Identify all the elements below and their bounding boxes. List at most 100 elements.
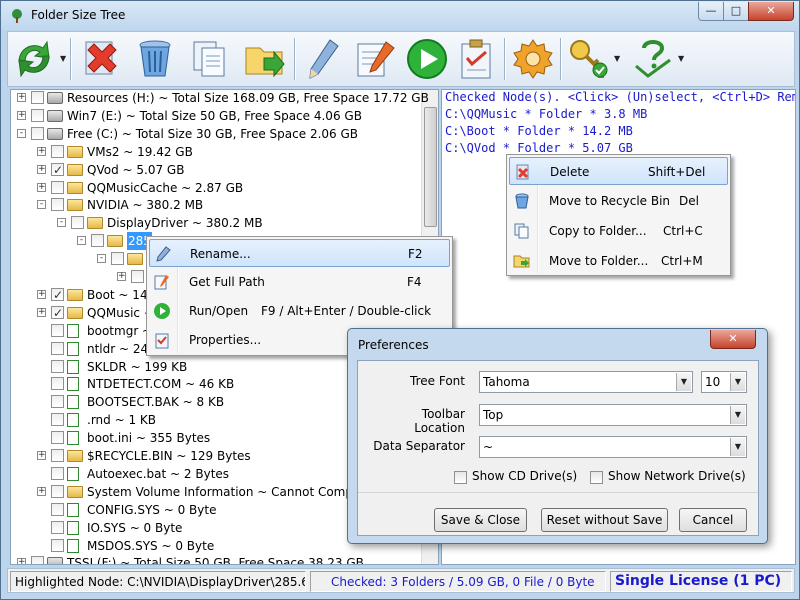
show-cd-drives-checkbox[interactable] [454,471,467,484]
tree-node-label[interactable]: DisplayDriver ~ 380.2 MB [107,214,263,232]
tree-node-label[interactable]: CONFIG.SYS ~ 0 Byte [87,501,216,519]
tree-node-checkbox[interactable] [51,538,64,552]
tree-node-label[interactable]: .rnd ~ 1 KB [87,411,156,429]
tree-node-checkbox[interactable] [51,377,64,391]
data-separator-select[interactable]: ~ ▼ [479,436,747,458]
expand-icon[interactable]: + [17,558,26,564]
tree-node-label[interactable]: $RECYCLE.BIN ~ 129 Bytes [87,447,251,465]
run-open-button[interactable] [404,36,450,82]
preferences-button[interactable] [510,36,556,82]
title-bar[interactable]: Folder Size Tree — □ ✕ [1,1,799,31]
tree-node-label[interactable]: Free (C:) ~ Total Size 30 GB, Free Space… [67,125,358,143]
tree-node-checkbox[interactable] [111,252,124,266]
properties-button[interactable] [454,36,500,82]
license-dropdown-arrow[interactable]: ▼ [614,54,620,63]
tree-node-checkbox[interactable] [51,323,64,337]
tree-node-label[interactable]: BOOTSECT.BAK ~ 8 KB [87,393,224,411]
help-dropdown-arrow[interactable]: ▼ [678,54,684,63]
license-button[interactable] [566,36,612,82]
tree-node-label[interactable]: boot.ini ~ 355 Bytes [87,429,210,447]
tree-node-checkbox[interactable] [51,466,64,480]
tree-node-checkbox[interactable] [31,108,44,122]
tree-node[interactable]: - DisplayDriver ~ 380.2 MB [11,214,421,232]
tree-node-label[interactable]: bootmgr ~ [87,322,152,340]
tree-node-checkbox[interactable] [51,484,64,498]
menu-item-move-to-folder[interactable]: Move to Folder... Ctrl+M [509,247,728,275]
menu-item-delete[interactable]: Delete Shift+Del [509,157,728,185]
tree-node[interactable]: + QVod ~ 5.07 GB [11,161,421,179]
tree-node-label[interactable]: SKLDR ~ 199 KB [87,358,187,376]
checked-item[interactable]: C:\QQMusic * Folder * 3.8 MB [445,107,647,121]
rename-button[interactable] [300,36,346,82]
tree-node-label[interactable]: System Volume Information ~ Cannot Compu… [87,483,365,501]
tree-node-label[interactable]: QVod ~ 5.07 GB [87,161,184,179]
tree-node-checkbox[interactable] [51,198,64,212]
menu-item-move-to-recycle-bin[interactable]: Move to Recycle Bin Del [509,187,728,215]
help-button[interactable] [630,36,676,82]
copy-to-folder-button[interactable] [188,36,234,82]
tree-node-label[interactable]: Autoexec.bat ~ 2 Bytes [87,465,229,483]
tree-node-label[interactable]: TSSI (F:) ~ Total Size 50 GB, Free Space… [67,554,364,564]
tree-node-checkbox[interactable] [71,216,84,230]
tree-node-checkbox[interactable] [31,556,44,564]
collapse-icon[interactable]: - [77,236,86,246]
tree-font-select[interactable]: Tahoma ▼ [479,371,693,393]
expand-icon[interactable]: + [37,289,46,299]
collapse-icon[interactable]: - [37,200,46,210]
tree-node[interactable]: + Resources (H:) ~ Total Size 168.09 GB, … [11,90,429,107]
tree-node-label[interactable]: QQMusicCache ~ 2.87 GB [87,179,243,197]
tree-scrollbar-thumb[interactable] [424,107,437,227]
checked-item[interactable]: C:\QVod * Folder * 5.07 GB [445,141,633,155]
tree-node-checkbox[interactable] [51,286,64,304]
reset-without-save-button[interactable]: Reset without Save [541,508,668,532]
menu-item-rename[interactable]: Rename... F2 [149,239,450,267]
license-status[interactable]: Single License (1 PC) [610,571,792,592]
tree-node-checkbox[interactable] [51,449,64,462]
tree-node-checkbox[interactable] [51,413,64,427]
tree-node-checkbox[interactable] [51,502,64,516]
refresh-button[interactable] [11,36,57,82]
tree-node-checkbox[interactable] [51,341,64,355]
tree-node-checkbox[interactable] [31,126,44,140]
tree-node[interactable]: + TSSI (F:) ~ Total Size 50 GB, Free Spac… [11,554,421,564]
collapse-icon[interactable]: - [57,218,66,228]
expand-icon[interactable]: + [37,182,46,192]
tree-node[interactable]: - NVIDIA ~ 380.2 MB [11,196,421,214]
recycle-bin-button[interactable] [132,36,178,82]
expand-icon[interactable]: + [17,110,26,120]
maximize-button[interactable]: □ [723,2,749,21]
expand-icon[interactable]: + [37,451,46,460]
tree-node-checkbox[interactable] [51,304,64,322]
tree-node-label[interactable]: Resources (H:) ~ Total Size 168.09 GB, F… [67,90,429,107]
tree-node-label[interactable]: IO.SYS ~ 0 Byte [87,519,182,537]
tree-node-checkbox[interactable] [51,395,64,409]
save-close-button[interactable]: Save & Close [434,508,527,532]
tree-node-label[interactable]: MSDOS.SYS ~ 0 Byte [87,537,214,555]
collapse-icon[interactable]: - [17,128,26,138]
tree-node-label[interactable]: NVIDIA ~ 380.2 MB [87,196,203,214]
tree-node-label[interactable]: Win7 (E:) ~ Total Size 50 GB, Free Space… [67,107,362,125]
expand-icon[interactable]: + [37,486,46,496]
tree-node-label[interactable]: VMs2 ~ 19.42 GB [87,143,193,161]
tree-node-checkbox[interactable] [51,161,64,179]
move-to-folder-button[interactable] [242,36,288,82]
expand-icon[interactable]: + [37,164,46,174]
tree-node-checkbox[interactable] [51,431,64,445]
minimize-button[interactable]: — [698,2,724,21]
tree-node-label[interactable]: ntldr ~ 24 [87,340,148,358]
cancel-button[interactable]: Cancel [679,508,747,532]
tree-node-checkbox[interactable] [51,359,64,373]
tree-node-checkbox[interactable] [91,234,104,248]
collapse-icon[interactable]: - [97,254,106,264]
refresh-dropdown-arrow[interactable]: ▼ [60,54,66,63]
checked-item[interactable]: C:\Boot * Folder * 14.2 MB [445,124,633,138]
show-network-drives-checkbox[interactable] [590,471,603,484]
tree-node-label[interactable]: Boot ~ 14. [87,286,151,304]
expand-icon[interactable]: + [117,272,126,281]
tree-node-checkbox[interactable] [51,520,64,534]
close-button[interactable]: ✕ [748,2,794,21]
dialog-close-button[interactable]: ✕ [710,330,756,349]
tree-node[interactable]: + QQMusicCache ~ 2.87 GB [11,179,421,197]
tree-node-checkbox[interactable] [131,270,144,283]
menu-item-get-full-path[interactable]: Get Full Path F4 [149,268,450,296]
